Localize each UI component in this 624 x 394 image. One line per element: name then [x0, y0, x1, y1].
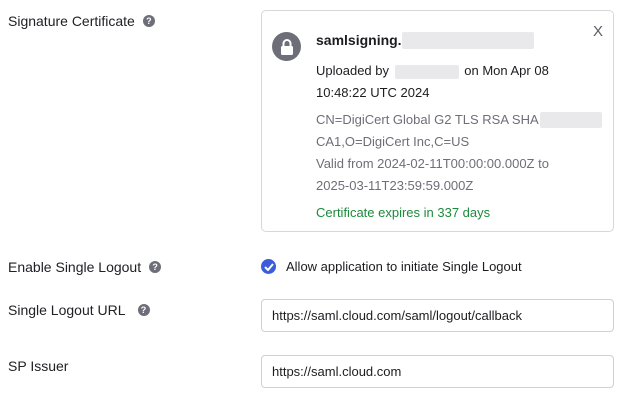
- lock-icon: [272, 32, 301, 61]
- uploaded-suffix: on Mon Apr 08: [464, 63, 549, 78]
- signature-certificate-label: Signature Certificate: [8, 13, 135, 29]
- help-icon[interactable]: ?: [137, 304, 150, 316]
- certificate-name: samlsigning.c: [316, 32, 410, 48]
- certificate-valid-line2: 2025-03-11T23:59:59.000Z: [316, 178, 474, 193]
- certificate-valid-line1: Valid from 2024-02-11T00:00:00.000Z to: [316, 156, 549, 171]
- single-logout-url-input[interactable]: [261, 299, 614, 332]
- certificate-expiry: Certificate expires in 337 days: [316, 205, 491, 220]
- single-logout-checkbox[interactable]: [261, 259, 276, 274]
- redacted-uploader: [394, 64, 459, 79]
- single-logout-url-label: Single Logout URL: [8, 302, 126, 318]
- single-logout-label-row: Enable Single Logout ?: [8, 259, 162, 275]
- single-logout-label: Enable Single Logout: [8, 259, 142, 275]
- redacted-subject: [540, 112, 602, 128]
- single-logout-url-label-row: Single Logout URL ?: [8, 302, 150, 318]
- close-icon[interactable]: X: [593, 23, 603, 40]
- uploaded-prefix: Uploaded by: [316, 63, 389, 78]
- certificate-card: X samlsigning.c Uploaded by on Mon Apr 0…: [261, 10, 614, 232]
- checkmark-icon: [263, 262, 274, 271]
- help-icon[interactable]: ?: [142, 15, 155, 27]
- uploaded-time: 10:48:22 UTC 2024: [316, 85, 430, 100]
- sp-issuer-label: SP Issuer: [8, 358, 69, 374]
- redacted-block: [402, 32, 534, 49]
- sp-issuer-label-row: SP Issuer: [8, 358, 68, 374]
- single-logout-checkbox-label[interactable]: Allow application to initiate Single Log…: [286, 259, 522, 274]
- certificate-subject-line2: CA1,O=DigiCert Inc,C=US: [316, 134, 470, 149]
- uploaded-by-line: Uploaded by on Mon Apr 08: [316, 60, 549, 82]
- help-icon[interactable]: ?: [149, 261, 162, 273]
- certificate-subject-line1: CN=DigiCert Global G2 TLS RSA SHA: [316, 112, 539, 127]
- signature-certificate-label-row: Signature Certificate ?: [8, 13, 155, 29]
- sp-issuer-input[interactable]: [261, 355, 614, 388]
